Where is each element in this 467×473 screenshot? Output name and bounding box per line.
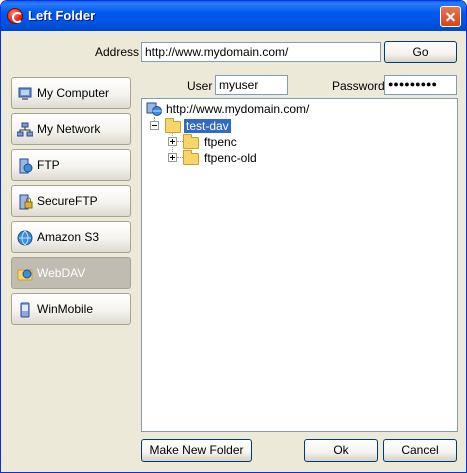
amazon-s3-icon <box>17 230 33 246</box>
folder-open-icon <box>165 118 181 133</box>
sidebar-item-webdav[interactable]: WebDAV <box>11 257 131 289</box>
ftp-icon <box>19 158 33 174</box>
network-icon <box>17 122 33 137</box>
sidebar-item-label: Amazon S3 <box>37 230 100 244</box>
address-label: Address <box>95 45 140 59</box>
sidebar-item-my-network[interactable]: My Network <box>11 113 131 145</box>
tree-root[interactable]: http://www.mydomain.com/ <box>146 101 446 117</box>
folder-icon <box>183 134 199 149</box>
sidebar-item-label: WinMobile <box>37 302 94 316</box>
window-title: Left Folder <box>28 8 96 23</box>
sidebar-item-label: SecureFTP <box>37 194 98 208</box>
tree-item-ftpenc[interactable]: ftpenc <box>166 134 446 150</box>
expand-icon[interactable] <box>168 153 177 162</box>
tree-root-label: http://www.mydomain.com/ <box>166 102 310 116</box>
sidebar-item-secureftp[interactable]: SecureFTP <box>11 185 131 217</box>
sidebar-item-label: My Computer <box>37 86 110 100</box>
sidebar-item-winmobile[interactable]: WinMobile <box>11 293 131 325</box>
make-new-folder-label: Make New Folder <box>149 443 244 457</box>
tree-item-label: ftpenc <box>204 135 237 149</box>
go-button-label: Go <box>412 45 429 59</box>
webdav-icon <box>17 269 33 281</box>
ok-label: Ok <box>333 443 349 457</box>
tree-item-ftpenc-old[interactable]: ftpenc-old <box>166 150 446 166</box>
dialog-window: Left Folder Address http://www.mydomain.… <box>0 0 467 473</box>
sidebar-item-label: FTP <box>37 158 60 172</box>
cancel-button[interactable]: Cancel <box>383 439 457 462</box>
user-label: User <box>187 79 213 93</box>
sidebar-item-label: My Network <box>37 122 101 136</box>
collapse-icon[interactable] <box>150 121 159 130</box>
expand-icon[interactable] <box>168 137 177 146</box>
sidebar-item-label: WebDAV <box>37 266 86 280</box>
address-input[interactable]: http://www.mydomain.com/ <box>141 42 381 62</box>
tree-item-test-dav[interactable]: test-dav <box>148 118 448 134</box>
folder-icon <box>183 150 199 165</box>
sidebar-item-ftp[interactable]: FTP <box>11 149 131 181</box>
secureftp-icon <box>19 194 33 210</box>
password-input[interactable]: ●●●●●●●●● <box>384 75 457 95</box>
title-bar[interactable]: Left Folder <box>1 1 466 31</box>
make-new-folder-button[interactable]: Make New Folder <box>141 439 252 462</box>
user-input[interactable]: myuser <box>215 75 288 95</box>
cancel-label: Cancel <box>401 443 439 457</box>
web-server-icon <box>146 102 162 116</box>
winmobile-icon <box>20 302 30 318</box>
sidebar-item-my-computer[interactable]: My Computer <box>11 77 131 109</box>
tree-item-label: test-dav <box>183 118 232 134</box>
computer-icon <box>18 87 32 100</box>
password-label: Password <box>332 79 385 93</box>
folder-tree[interactable]: http://www.mydomain.com/ test-dav ftpenc… <box>141 98 458 432</box>
close-icon[interactable] <box>440 6 461 27</box>
go-button[interactable]: Go <box>384 41 457 63</box>
sidebar-item-amazon-s3[interactable]: Amazon S3 <box>11 221 131 253</box>
ok-button[interactable]: Ok <box>304 439 378 462</box>
tree-item-label: ftpenc-old <box>204 151 257 165</box>
app-icon <box>7 8 23 24</box>
